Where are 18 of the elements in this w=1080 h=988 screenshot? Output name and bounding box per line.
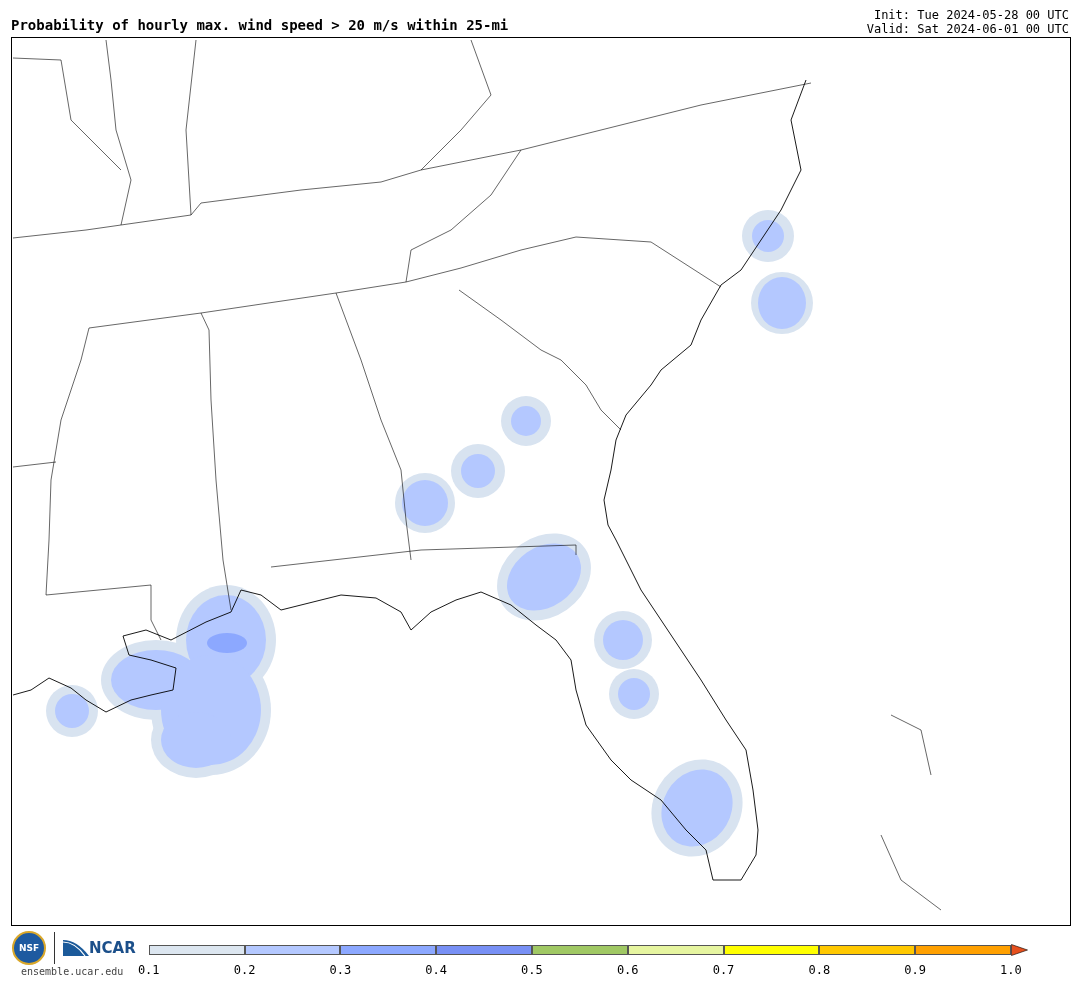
colorbar-tick-label: 0.6	[616, 963, 639, 977]
valid-time: Valid: Sat 2024-06-01 00 UTC	[866, 22, 1069, 36]
ncar-wordmark: NCAR	[89, 939, 136, 957]
colorbar-tick-label: 0.9	[904, 963, 926, 977]
colorbar-tick-label: 1.0	[1000, 963, 1022, 977]
colorbar-tick-label: 0.5	[521, 963, 543, 977]
ncar-logo-icon	[63, 938, 89, 958]
colorbar-tick-label: 0.2	[233, 963, 256, 977]
colorbar-tick-label: 0.1	[137, 963, 160, 977]
colorbar-tick-label: 0.4	[425, 963, 447, 977]
init-time: Init: Tue 2024-05-28 00 UTC	[873, 8, 1069, 22]
colorbar-tick-label: 0.8	[808, 963, 831, 977]
colorbar-tick-label: 0.7	[712, 963, 735, 977]
nsf-logo: NSF	[12, 931, 46, 965]
chart-title: Probability of hourly max. wind speed > 20 m/s within 25-mi	[11, 17, 509, 35]
site-url: ensemble.ucar.edu	[21, 966, 125, 977]
colorbar-arrow	[1010, 944, 1028, 956]
colorbar-tick-label: 0.3	[329, 963, 352, 977]
